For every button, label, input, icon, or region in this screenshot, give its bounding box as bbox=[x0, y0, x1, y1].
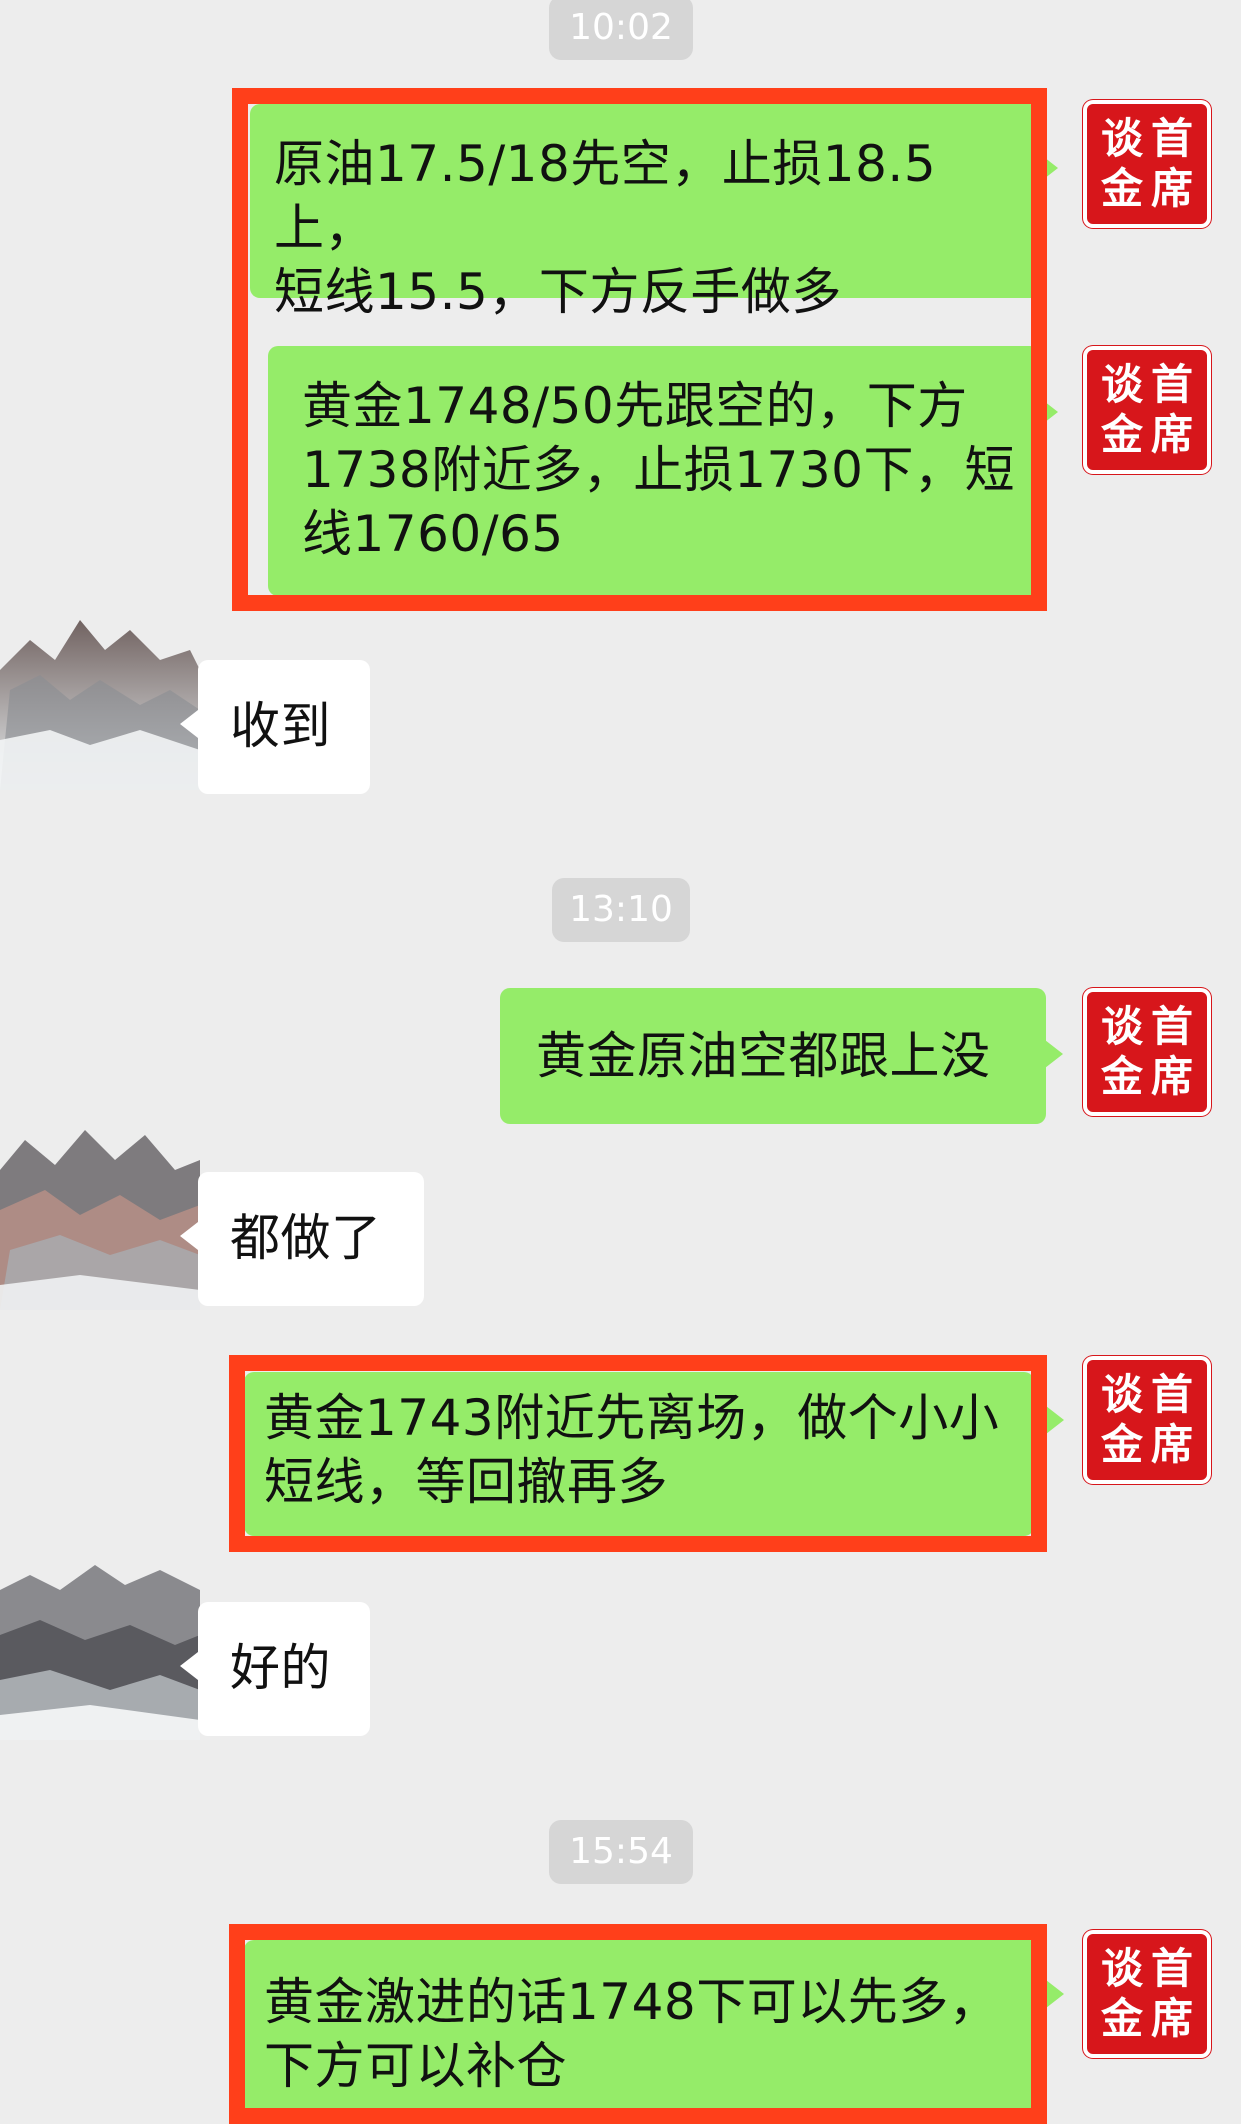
seal-char: 谈 bbox=[1100, 1002, 1143, 1051]
ink-landscape-avatar[interactable] bbox=[0, 1530, 200, 1740]
highlight-frame bbox=[229, 1924, 1047, 2124]
seal-avatar[interactable]: 谈 首 金 席 bbox=[1083, 100, 1211, 228]
seal-avatar[interactable]: 谈 首 金 席 bbox=[1083, 1930, 1211, 2058]
seal-char: 谈 bbox=[1100, 1944, 1143, 1993]
seal-char: 金 bbox=[1100, 1420, 1143, 1469]
seal-char: 首 bbox=[1150, 114, 1193, 163]
timestamp: 15:54 bbox=[549, 1820, 693, 1884]
seal-char: 席 bbox=[1150, 1420, 1193, 1469]
seal-char: 谈 bbox=[1100, 1370, 1143, 1419]
highlight-frame bbox=[229, 1355, 1047, 1552]
seal-char: 金 bbox=[1100, 1052, 1143, 1101]
seal-char: 谈 bbox=[1100, 114, 1143, 163]
seal-avatar[interactable]: 谈 首 金 席 bbox=[1083, 1356, 1211, 1484]
message-bubble-received[interactable]: 好的 bbox=[198, 1602, 370, 1736]
bubble-tail bbox=[180, 1652, 198, 1680]
highlight-frame bbox=[232, 88, 1047, 611]
message-bubble-received[interactable]: 都做了 bbox=[198, 1172, 424, 1306]
seal-char: 首 bbox=[1150, 1370, 1193, 1419]
seal-char: 金 bbox=[1100, 410, 1143, 459]
bubble-tail bbox=[180, 1222, 198, 1250]
seal-char: 金 bbox=[1100, 164, 1143, 213]
ink-landscape-avatar[interactable] bbox=[0, 1100, 200, 1310]
message-bubble-received[interactable]: 收到 bbox=[198, 660, 370, 794]
ink-landscape-avatar[interactable] bbox=[0, 580, 200, 790]
seal-char: 首 bbox=[1150, 1944, 1193, 1993]
seal-char: 席 bbox=[1150, 410, 1193, 459]
seal-avatar[interactable]: 谈 首 金 席 bbox=[1083, 988, 1211, 1116]
timestamp: 13:10 bbox=[552, 878, 690, 942]
seal-char: 席 bbox=[1150, 1052, 1193, 1101]
bubble-tail bbox=[180, 710, 198, 738]
bubble-tail bbox=[1046, 1406, 1064, 1434]
seal-char: 席 bbox=[1150, 1994, 1193, 2043]
seal-char: 谈 bbox=[1100, 360, 1143, 409]
timestamp: 10:02 bbox=[549, 0, 693, 60]
message-bubble-sent[interactable]: 黄金原油空都跟上没 bbox=[500, 988, 1046, 1124]
seal-avatar[interactable]: 谈 首 金 席 bbox=[1083, 346, 1211, 474]
seal-char: 首 bbox=[1150, 360, 1193, 409]
seal-char: 席 bbox=[1150, 164, 1193, 213]
seal-char: 金 bbox=[1100, 1994, 1143, 2043]
bubble-tail bbox=[1045, 1040, 1063, 1068]
seal-char: 首 bbox=[1150, 1002, 1193, 1051]
bubble-tail bbox=[1046, 1980, 1064, 2008]
